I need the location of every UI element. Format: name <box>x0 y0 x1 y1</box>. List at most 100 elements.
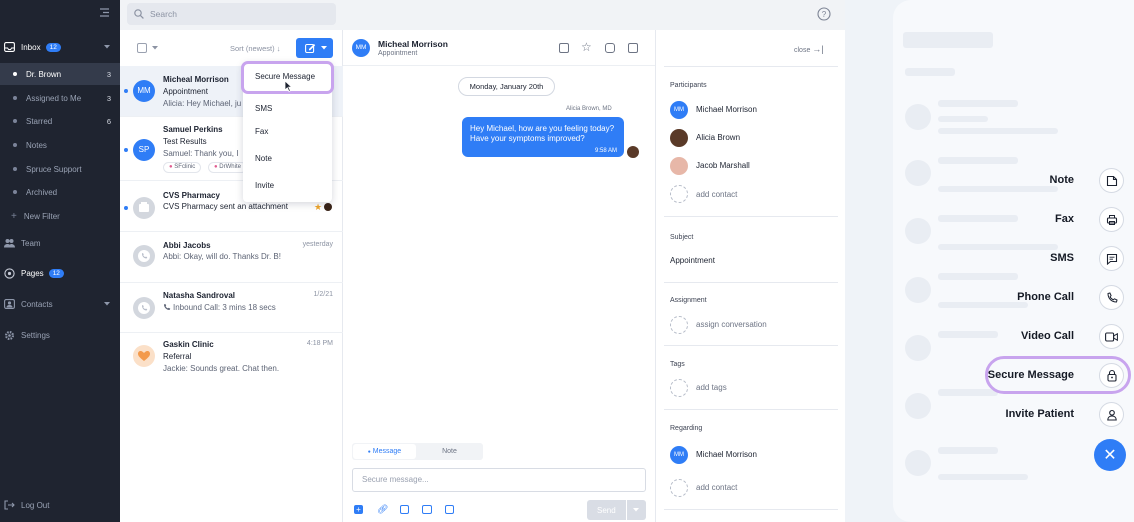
sms-icon[interactable] <box>1099 246 1124 271</box>
svg-text:?: ? <box>822 10 827 19</box>
conversation-name: Samuel Perkins <box>163 125 223 134</box>
chevron-down-icon[interactable] <box>104 302 110 306</box>
conversation-subject: Test Results <box>163 137 207 146</box>
nav-inbox-label: Inbox <box>21 42 41 52</box>
nav-item-count: 3 <box>106 69 111 79</box>
action-note-label[interactable]: Note <box>1050 174 1074 186</box>
regarding-name[interactable]: Michael Morrison <box>696 450 757 459</box>
image-icon[interactable] <box>422 505 432 514</box>
subject-value[interactable]: Appointment <box>670 256 715 265</box>
tag-chip: ● DrWhite <box>208 162 247 173</box>
menu-item-sms[interactable]: SMS <box>255 104 272 113</box>
help-icon[interactable]: ? <box>817 7 831 21</box>
phone-avatar <box>133 297 155 319</box>
plus-icon: + <box>11 210 17 222</box>
message-input[interactable]: Secure message... <box>352 468 646 492</box>
compose-button[interactable] <box>296 38 333 58</box>
avatar: MM <box>133 80 155 102</box>
nav-item-new-filter[interactable]: + New Filter <box>0 205 120 227</box>
close-details-button[interactable]: close →| <box>794 44 824 54</box>
nav-settings[interactable]: Settings <box>0 324 120 346</box>
copy-icon[interactable] <box>559 43 569 53</box>
tag-icon[interactable] <box>670 379 688 397</box>
phone-avatar <box>133 245 155 267</box>
nav-team[interactable]: Team <box>0 232 120 254</box>
action-invite-patient-label[interactable]: Invite Patient <box>1006 408 1074 420</box>
participant-name[interactable]: Jacob Marshall <box>696 161 750 170</box>
add-tags-link[interactable]: add tags <box>696 383 727 392</box>
select-all-checkbox[interactable] <box>137 43 147 53</box>
star-icon[interactable]: ★ <box>314 202 322 213</box>
participants-title: Participants <box>670 82 707 89</box>
action-phone-call-label[interactable]: Phone Call <box>1017 291 1074 303</box>
nav-pages[interactable]: Pages 12 <box>0 262 120 284</box>
add-contact-icon[interactable] <box>670 479 688 497</box>
left-nav: Inbox 12 Dr. Brown 3 Assigned to Me 3 Star… <box>0 0 120 522</box>
nav-logout[interactable]: Log Out <box>0 494 120 516</box>
nav-item-notes[interactable]: Notes <box>0 134 120 156</box>
video-icon[interactable] <box>1099 324 1124 349</box>
add-contact-link[interactable]: add contact <box>696 190 737 199</box>
tab-label: Message <box>372 448 402 455</box>
nav-contacts[interactable]: Contacts <box>0 293 120 315</box>
action-video-call-label[interactable]: Video Call <box>1021 330 1074 342</box>
note-icon[interactable] <box>1099 168 1124 193</box>
close-actions-button[interactable]: ✕ <box>1094 439 1126 471</box>
template-icon[interactable] <box>445 505 454 514</box>
nav-item-archived[interactable]: Archived <box>0 181 120 203</box>
sort-button[interactable]: Sort (newest) ↓ <box>230 44 280 53</box>
info-icon[interactable] <box>628 43 638 53</box>
add-icon[interactable]: + <box>354 505 363 514</box>
search-bar[interactable]: Search <box>127 3 336 25</box>
nav-pages-label: Pages <box>21 268 44 278</box>
menu-item-invite[interactable]: Invite <box>255 181 274 190</box>
phone-call-icon <box>163 303 171 311</box>
tab-message[interactable]: ● Message <box>353 444 416 459</box>
star-icon[interactable]: ☆ <box>581 41 592 53</box>
menu-item-fax[interactable]: Fax <box>255 127 268 136</box>
avatar <box>670 129 688 147</box>
phone-icon[interactable] <box>1099 285 1124 310</box>
nav-item-label: Dr. Brown <box>26 69 62 79</box>
close-arrow-icon: →| <box>812 44 824 54</box>
action-fax-label[interactable]: Fax <box>1055 213 1074 225</box>
conversation-subject: Appointment <box>163 87 208 96</box>
action-secure-message-label[interactable]: Secure Message <box>988 369 1074 381</box>
nav-item-starred[interactable]: Starred 6 <box>0 110 120 132</box>
chevron-down-icon[interactable] <box>152 46 158 50</box>
assign-icon[interactable] <box>670 316 688 334</box>
participant-name[interactable]: Michael Morrison <box>696 105 757 114</box>
list-item[interactable]: Abbi Jacobs Abbi: Okay, will do. Thanks … <box>120 232 343 282</box>
attachment-icon[interactable]: 🔗︎ <box>377 505 388 514</box>
nav-item-dr-brown[interactable]: Dr. Brown 3 <box>0 63 120 85</box>
lock-icon[interactable] <box>1099 363 1124 388</box>
pages-icon <box>4 267 15 279</box>
nav-item-label: Starred <box>26 116 53 126</box>
tab-note[interactable]: Note <box>418 444 481 459</box>
assign-conversation-link[interactable]: assign conversation <box>696 320 767 329</box>
participant-name[interactable]: Alicia Brown <box>696 133 740 142</box>
nav-item-assigned[interactable]: Assigned to Me 3 <box>0 87 120 109</box>
list-item[interactable]: Natasha Sandroval Inbound Call: 3 mins 1… <box>120 283 343 333</box>
inbox-icon <box>4 41 15 53</box>
search-input[interactable]: Search <box>150 9 177 19</box>
menu-item-note[interactable]: Note <box>255 154 272 163</box>
person-icon[interactable] <box>1099 402 1124 427</box>
team-icon <box>4 238 15 249</box>
list-item[interactable]: Gaskin Clinic Referral Jackie: Sounds gr… <box>120 333 343 385</box>
compose-icon <box>305 43 316 53</box>
send-label: Send <box>597 506 616 515</box>
nav-item-label: Assigned to Me <box>26 93 82 103</box>
nav-item-spruce-support[interactable]: Spruce Support <box>0 158 120 180</box>
document-icon[interactable] <box>400 505 409 514</box>
send-button[interactable]: Send <box>587 500 646 520</box>
chevron-down-icon[interactable] <box>104 45 110 49</box>
fax-icon[interactable] <box>1099 207 1124 232</box>
archive-icon[interactable] <box>605 43 615 53</box>
avatar: MM <box>670 446 688 464</box>
nav-inbox[interactable]: Inbox 12 <box>0 36 120 58</box>
add-contact-icon[interactable] <box>670 185 688 203</box>
add-contact-link[interactable]: add contact <box>696 483 737 492</box>
action-sms-label[interactable]: SMS <box>1050 252 1074 264</box>
collapse-menu-icon[interactable] <box>99 8 110 17</box>
